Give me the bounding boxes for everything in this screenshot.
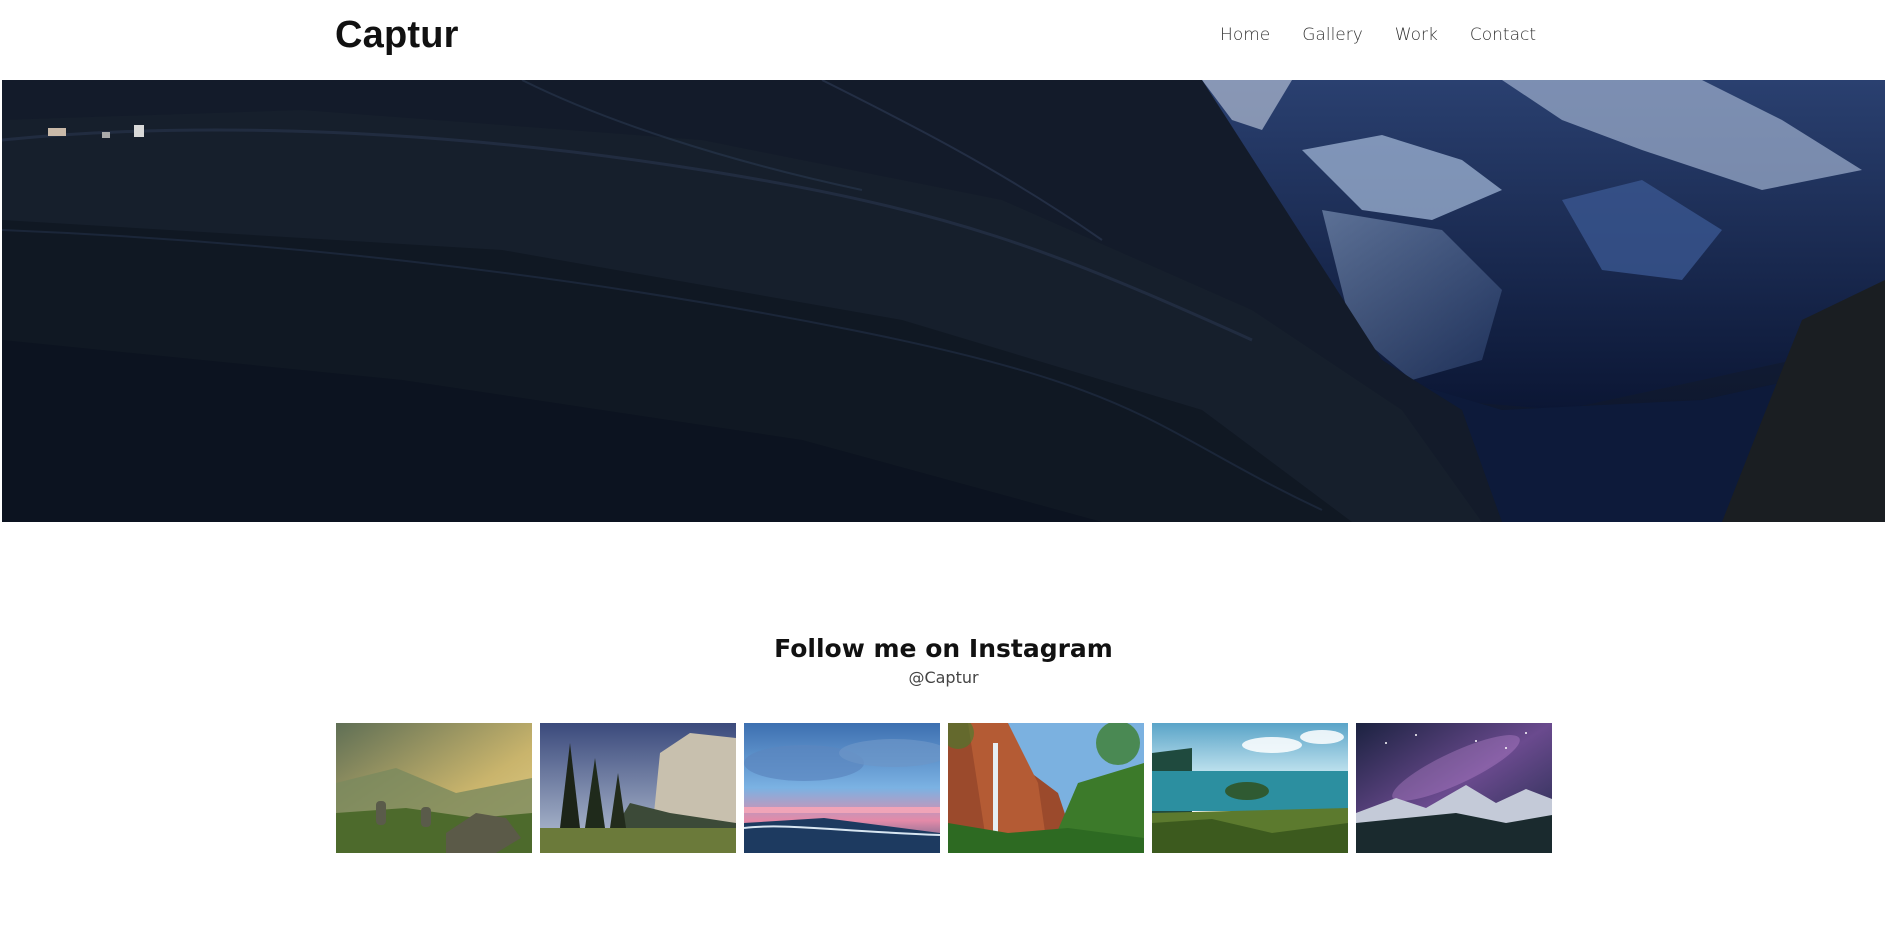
instagram-thumbnail-3[interactable]	[744, 723, 940, 853]
nav-contact-link[interactable]: Contact	[1470, 25, 1536, 45]
canyon-waterfall-photo	[948, 723, 1144, 853]
instagram-handle[interactable]: @Captur	[0, 668, 1887, 687]
nav-gallery-link[interactable]: Gallery	[1302, 25, 1363, 45]
milky-way-mountains-photo	[1356, 723, 1552, 853]
instagram-thumbnail-2[interactable]	[540, 723, 736, 853]
instagram-thumbnail-grid	[336, 723, 1552, 853]
lake-island-photo	[1152, 723, 1348, 853]
hero-image	[2, 80, 1885, 522]
instagram-thumbnail-1[interactable]	[336, 723, 532, 853]
site-logo[interactable]: Captur	[335, 14, 459, 57]
forest-cliff-photo	[540, 723, 736, 853]
instagram-thumbnail-5[interactable]	[1152, 723, 1348, 853]
site-header: Captur Home Gallery Work Contact	[0, 0, 1887, 80]
beach-sunset-photo	[744, 723, 940, 853]
hero-mountain-photo	[2, 80, 1885, 522]
instagram-thumbnail-6[interactable]	[1356, 723, 1552, 853]
nav-work-link[interactable]: Work	[1395, 25, 1438, 45]
misty-hills-photo	[336, 723, 532, 853]
nav-home-link[interactable]: Home	[1220, 25, 1270, 45]
instagram-thumbnail-4[interactable]	[948, 723, 1144, 853]
main-nav: Home Gallery Work Contact	[1220, 25, 1536, 45]
instagram-section-title: Follow me on Instagram	[774, 634, 1113, 663]
